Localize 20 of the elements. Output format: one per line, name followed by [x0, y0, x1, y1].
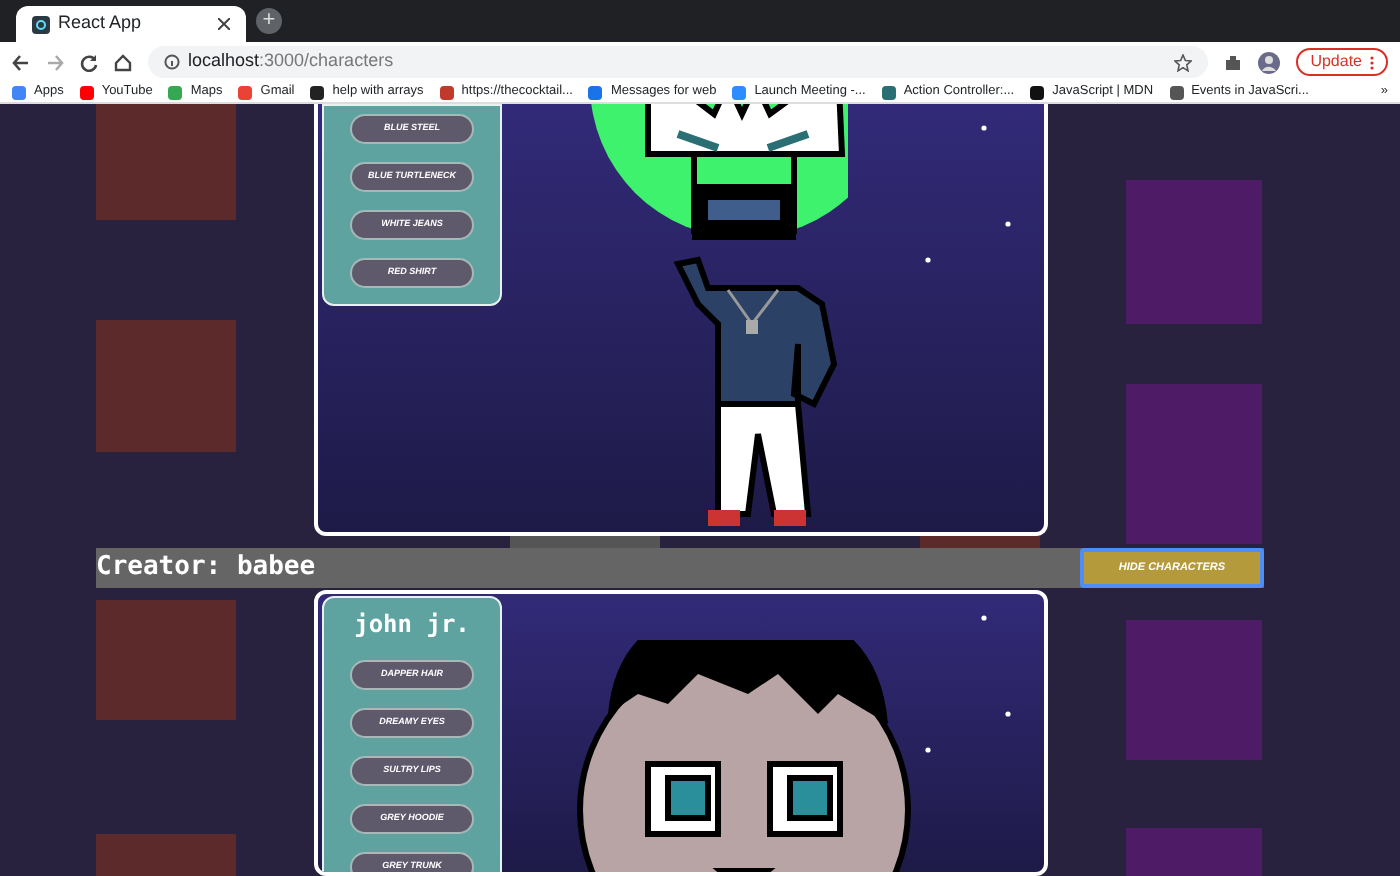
stars-drawing	[924, 614, 1012, 754]
browser-tab[interactable]: React App	[16, 6, 246, 42]
forward-icon	[46, 53, 64, 71]
puzzle-icon	[1224, 53, 1243, 71]
address-bar[interactable]: localhost:3000/characters	[148, 46, 1209, 78]
creator-label: Creator: babee	[96, 554, 316, 582]
avatar-icon	[1258, 51, 1281, 73]
star-icon	[1174, 53, 1193, 71]
react-icon	[32, 15, 50, 33]
character-name: john jr.	[354, 608, 470, 642]
home-icon	[114, 53, 132, 71]
info-icon	[164, 54, 180, 70]
tab-title: React App	[58, 10, 144, 37]
back-icon	[12, 53, 30, 71]
close-icon	[218, 18, 230, 30]
url-text: localhost:3000/characters	[188, 48, 396, 75]
reload-icon	[80, 53, 98, 71]
stars-drawing	[924, 124, 1012, 264]
new-tab-button[interactable]: +	[256, 8, 282, 34]
update-button[interactable]: Update	[1296, 48, 1388, 76]
